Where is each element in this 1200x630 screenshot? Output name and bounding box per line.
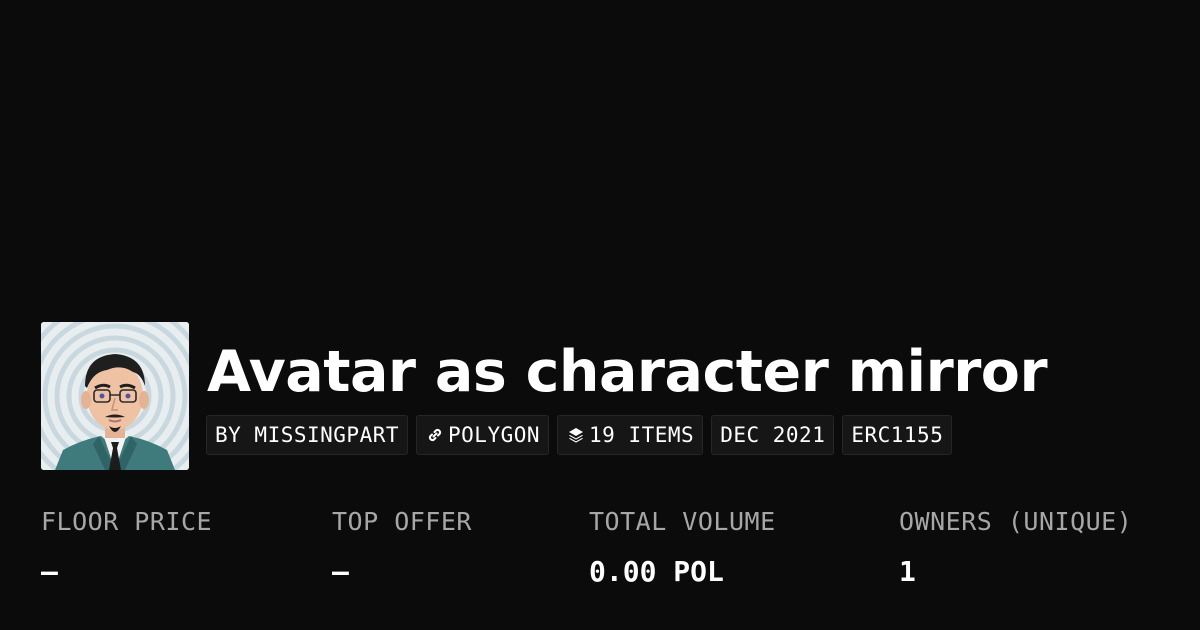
date-tag-label: DEC 2021 — [720, 423, 826, 447]
stat-value: 1 — [899, 555, 916, 588]
avatar-illustration — [41, 322, 189, 470]
creator-tag-label: BY MISSINGPART — [215, 423, 400, 447]
items-tag-label: 19 ITEMS — [589, 423, 695, 447]
stat-label: TOTAL VOLUME — [589, 507, 776, 536]
standard-tag: ERC1155 — [842, 415, 953, 455]
stat-owners: OWNERS (UNIQUE) 1 — [899, 500, 1132, 594]
chain-link-icon — [425, 425, 445, 445]
stat-value: 0.00 POL — [589, 555, 724, 588]
creator-tag[interactable]: BY MISSINGPART — [206, 415, 409, 455]
stat-label: FLOOR PRICE — [41, 507, 213, 536]
stat-top-offer: TOP OFFER — — [332, 500, 472, 594]
collection-avatar — [41, 322, 189, 470]
collection-share-card: Avatar as character mirror BY MISSINGPAR… — [0, 0, 1200, 630]
stat-total-volume: TOTAL VOLUME 0.00 POL — [589, 500, 776, 594]
stat-label: OWNERS (UNIQUE) — [899, 507, 1133, 536]
stat-value: — — [41, 555, 58, 588]
layers-icon — [566, 425, 586, 445]
items-tag[interactable]: 19 ITEMS — [557, 415, 704, 455]
stat-floor-price: FLOOR PRICE — — [41, 500, 212, 594]
chain-tag[interactable]: POLYGON — [416, 415, 550, 455]
chain-tag-label: POLYGON — [448, 423, 541, 447]
standard-tag-label: ERC1155 — [851, 423, 944, 447]
date-tag: DEC 2021 — [711, 415, 835, 455]
collection-stats: FLOOR PRICE — TOP OFFER — TOTAL VOLUME 0… — [0, 500, 1200, 610]
stat-value: — — [332, 555, 349, 588]
collection-tags: BY MISSINGPART POLYGON 19 ITEMS DEC 2021… — [206, 415, 953, 455]
stat-label: TOP OFFER — [332, 507, 472, 536]
collection-title: Avatar as character mirror — [207, 339, 1048, 405]
